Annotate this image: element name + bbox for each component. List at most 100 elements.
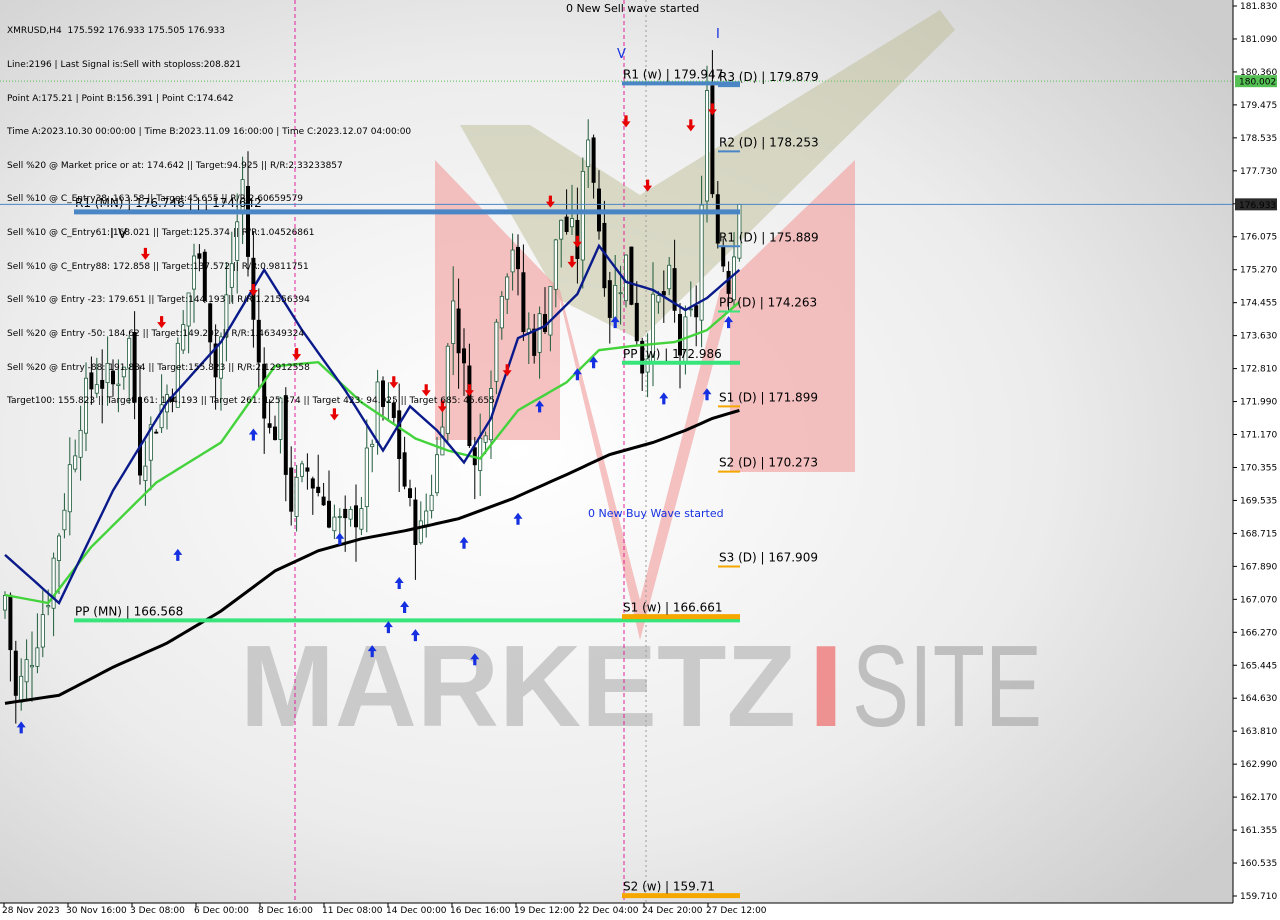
y-tick-label: 170.355: [1240, 463, 1277, 473]
wave-iv-label: I V: [110, 227, 127, 242]
time-axis: 28 Nov 2023 30 Nov 16:00 3 Dec 08:00 6 Dec …: [0, 902, 1233, 920]
pivot-label: PP (D) | 174.263: [719, 296, 817, 310]
candle-body: [624, 254, 629, 302]
candle-body: [40, 614, 45, 648]
candle-body: [618, 292, 623, 295]
candle-body: [732, 256, 737, 301]
candle-body: [197, 253, 202, 259]
candle-body: [332, 516, 337, 532]
candle-body: [391, 402, 396, 418]
candle-body: [289, 467, 294, 512]
y-tick-label: 167.890: [1240, 562, 1277, 572]
pivot-label: R1 (MN) | 176.746 | | | 174.642: [75, 196, 262, 210]
y-tick-label: 173.630: [1240, 332, 1277, 342]
x-tick-label: 11 Dec 08:00: [322, 906, 383, 916]
candle-body: [181, 324, 186, 351]
candle-body: [310, 478, 315, 489]
candle-body: [208, 303, 213, 343]
candle-body: [364, 447, 369, 508]
pivot-label: R1 (D) | 175.889: [719, 230, 819, 244]
candle-body: [407, 488, 412, 498]
candle-body: [548, 286, 553, 336]
y-tick-label: 169.535: [1240, 496, 1277, 506]
candle-body: [694, 305, 699, 318]
wave-v-label: V: [617, 47, 626, 62]
candle-body: [272, 426, 277, 441]
buy-wave-label: 0 New Buy Wave started: [588, 507, 724, 520]
candle-body: [13, 650, 18, 696]
candle-body: [348, 508, 353, 520]
pivot-label: S1 (D) | 171.899: [719, 390, 818, 404]
candle-body: [24, 659, 29, 683]
price-chart[interactable]: MARKETZ I SITE R1 (MN) | 176.746 | | | 1…: [0, 0, 1280, 920]
pivot-level: R1 (D) | 175.889: [718, 230, 819, 248]
candle-body: [305, 467, 310, 472]
pivot-label: S2 (D) | 170.273: [719, 456, 818, 470]
current-price-badge-label: 176.933: [1239, 201, 1276, 211]
sell-wave-label: 0 New Sell wave started: [566, 2, 700, 15]
pivot-level: S2 (D) | 170.273: [718, 456, 818, 473]
candle-body: [343, 508, 348, 519]
y-tick-label: 160.535: [1240, 859, 1277, 869]
x-tick-label: 22 Dec 04:00: [578, 906, 639, 916]
candle-body: [710, 85, 715, 195]
candle-body: [67, 464, 72, 513]
candle-body: [121, 366, 126, 378]
candle-body: [607, 280, 612, 318]
candle-body: [570, 218, 575, 228]
candle-body: [440, 426, 445, 456]
x-tick-label: 30 Nov 16:00: [66, 906, 127, 916]
candle-body: [516, 246, 521, 270]
y-tick-label: 159.710: [1240, 892, 1277, 902]
chart-window: MARKETZ I SITE R1 (MN) | 176.746 | | | 1…: [0, 0, 1280, 920]
y-tick-label: 162.990: [1240, 760, 1277, 770]
candle-body: [154, 431, 159, 434]
candle-body: [451, 300, 456, 344]
pivot-label: R1 (w) | 179.947: [623, 67, 723, 81]
y-tick-label: 164.630: [1240, 694, 1277, 704]
candle-body: [499, 295, 504, 329]
y-tick-label: 161.355: [1240, 826, 1277, 836]
candle-body: [326, 500, 331, 528]
candle-body: [386, 400, 391, 404]
candle-body: [580, 170, 585, 261]
candle-body: [111, 370, 116, 385]
candle-body: [656, 295, 661, 303]
candle-body: [78, 429, 83, 458]
pivot-level: PP (D) | 174.263: [718, 296, 817, 313]
candle-body: [721, 246, 726, 267]
candle-body: [537, 313, 542, 353]
candle-body: [316, 486, 321, 493]
candle-body: [8, 594, 13, 651]
candle-body: [591, 137, 596, 183]
candle-body: [294, 476, 299, 517]
candle-body: [229, 263, 234, 288]
pivot-level: R2 (D) | 178.253: [718, 135, 819, 153]
candle-body: [137, 397, 142, 476]
y-tick-label: 174.455: [1240, 299, 1277, 309]
candle-body: [283, 395, 288, 475]
y-tick-label: 179.475: [1240, 101, 1277, 111]
candle-body: [478, 437, 483, 471]
candle-body: [445, 345, 450, 434]
candle-body: [634, 302, 639, 342]
candle-body: [424, 510, 429, 527]
candle-body: [705, 90, 710, 202]
candle-body: [521, 272, 526, 333]
pivot-label: S2 (w) | 159.71: [623, 880, 715, 894]
candle-body: [418, 520, 423, 544]
candle-body: [191, 255, 196, 290]
candle-body: [380, 380, 385, 407]
y-tick-label: 163.810: [1240, 727, 1277, 737]
x-tick-label: 28 Nov 2023: [2, 906, 60, 916]
candle-body: [73, 455, 78, 470]
x-tick-label: 8 Dec 16:00: [258, 906, 313, 916]
candle-body: [278, 397, 283, 440]
y-tick-label: 178.535: [1240, 134, 1277, 144]
candle-body: [543, 314, 548, 332]
watermark-right: SITE: [852, 621, 1042, 751]
candle-body: [46, 605, 51, 608]
candle-body: [559, 219, 564, 240]
candle-body: [84, 377, 89, 434]
pivot-label: PP (MN) | 166.568: [75, 604, 183, 618]
